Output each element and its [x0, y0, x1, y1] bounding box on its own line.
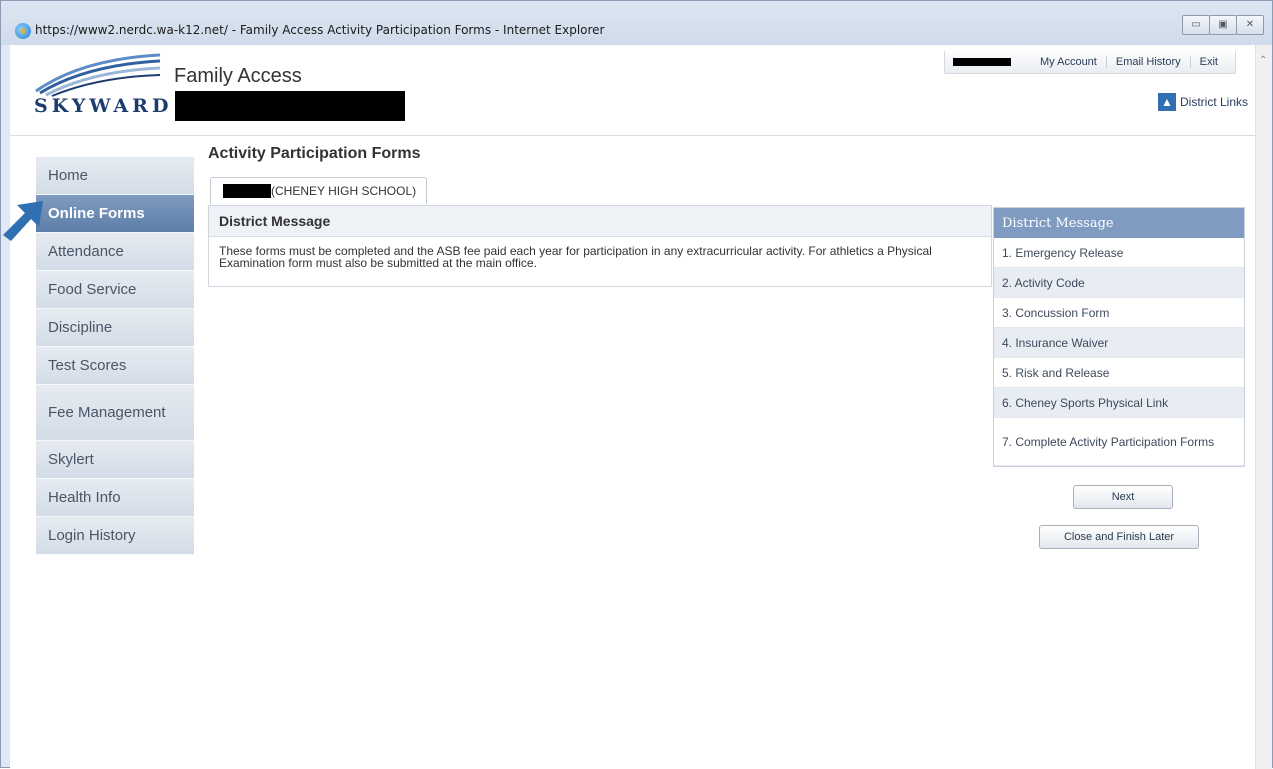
skyward-swoosh-icon [35, 53, 161, 97]
minimize-button[interactable]: ▭ [1182, 15, 1210, 35]
sidebar-nav: Home Online Forms Attendance Food Servic… [36, 157, 194, 555]
district-message-panel: District Message These forms must be com… [208, 205, 992, 287]
title-bar: e https://www2.nerdc.wa-k12.net/ - Famil… [1, 1, 1272, 45]
app-title: Family Access [174, 65, 302, 87]
scroll-up-arrow-icon[interactable]: ⌃ [1259, 55, 1267, 66]
district-links-label: District Links [1179, 95, 1248, 109]
redacted-username [953, 58, 1011, 66]
close-window-button[interactable]: ✕ [1236, 15, 1264, 35]
sidebar-item-online-forms[interactable]: Online Forms [36, 195, 194, 233]
step-concussion-form[interactable]: 3. Concussion Form [994, 298, 1244, 328]
exit-link[interactable]: Exit [1189, 56, 1227, 68]
email-history-link[interactable]: Email History [1105, 56, 1190, 68]
sidebar-item-attendance[interactable]: Attendance [36, 233, 194, 271]
browser-window: e https://www2.nerdc.wa-k12.net/ - Famil… [0, 0, 1273, 769]
step-risk-and-release[interactable]: 5. Risk and Release [994, 358, 1244, 388]
page-content: SKYWARD Family Access My Account Email H… [3, 45, 1258, 769]
message-heading: District Message [209, 206, 991, 237]
district-links[interactable]: ▲ District Links [1157, 93, 1248, 111]
step-complete-forms[interactable]: 7. Complete Activity Participation Forms [994, 418, 1244, 466]
close-and-finish-later-button[interactable]: Close and Finish Later [1039, 525, 1199, 549]
next-button[interactable]: Next [1073, 485, 1173, 509]
step-emergency-release[interactable]: 1. Emergency Release [994, 238, 1244, 268]
sidebar-item-login-history[interactable]: Login History [36, 517, 194, 555]
internet-explorer-icon: e [15, 23, 31, 39]
step-sports-physical-link[interactable]: 6. Cheney Sports Physical Link [994, 388, 1244, 418]
sidebar-item-test-scores[interactable]: Test Scores [36, 347, 194, 385]
vertical-scrollbar[interactable]: ⌃ [1255, 45, 1272, 769]
redacted-student [223, 184, 271, 198]
pointer-arrow-icon [3, 201, 43, 241]
window-title: https://www2.nerdc.wa-k12.net/ - Family … [35, 23, 605, 37]
logo-wordmark: SKYWARD [34, 95, 173, 117]
top-links: My Account Email History Exit [944, 51, 1236, 74]
my-account-link[interactable]: My Account [1031, 56, 1106, 68]
sidebar-item-skylert[interactable]: Skylert [36, 441, 194, 479]
maximize-button[interactable]: ▣ [1209, 15, 1237, 35]
tab-student-school[interactable]: (CHENEY HIGH SCHOOL) [210, 177, 428, 204]
step-header-district-message[interactable]: District Message [994, 208, 1244, 238]
sidebar-item-food-service[interactable]: Food Service [36, 271, 194, 309]
skyward-logo: SKYWARD [32, 53, 168, 129]
sidebar-item-discipline[interactable]: Discipline [36, 309, 194, 347]
message-body: These forms must be completed and the AS… [219, 244, 932, 270]
page-title: Activity Participation Forms [208, 145, 421, 162]
form-steps-panel: District Message 1. Emergency Release 2.… [993, 207, 1245, 467]
site-header: SKYWARD Family Access My Account Email H… [10, 45, 1258, 136]
sidebar-item-fee-management[interactable]: Fee Management [36, 385, 194, 441]
tab-label: (CHENEY HIGH SCHOOL) [271, 184, 417, 198]
district-building-icon: ▲ [1157, 93, 1176, 111]
sidebar-item-health-info[interactable]: Health Info [36, 479, 194, 517]
redacted-student-name [175, 91, 405, 121]
sidebar-item-home[interactable]: Home [36, 157, 194, 195]
window-controls: ▭ ▣ ✕ [1182, 15, 1264, 35]
step-activity-code[interactable]: 2. Activity Code [994, 268, 1244, 298]
step-insurance-waiver[interactable]: 4. Insurance Waiver [994, 328, 1244, 358]
